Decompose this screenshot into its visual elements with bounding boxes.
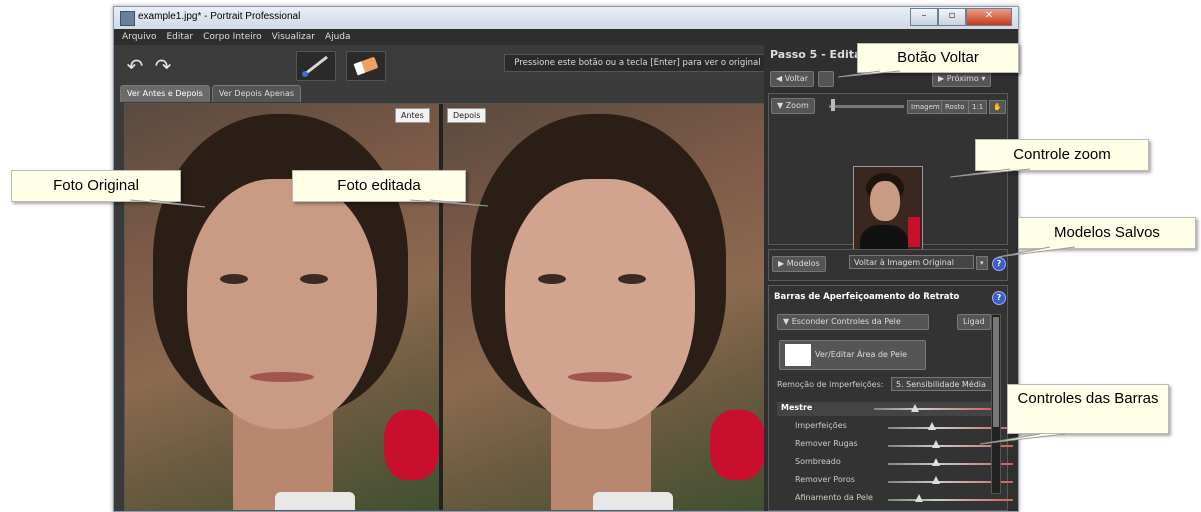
right-arrow-icon: ▶ <box>938 74 945 83</box>
on-toggle[interactable]: Ligad <box>957 314 991 330</box>
menu-arquivo[interactable]: Arquivo <box>122 29 156 45</box>
toolbar: ↶ ↷ Pressione este botão ou a tecla [Ent… <box>114 45 771 87</box>
skin-area-label: Ver/Editar Área de Pele <box>815 350 908 359</box>
imperfections-label: Remoção de imperfeições: <box>777 380 884 389</box>
slider-label: Remover Poros <box>795 475 855 484</box>
back-label: Voltar <box>784 74 808 83</box>
brush-icon <box>302 55 328 77</box>
before-label: Antes <box>395 108 430 123</box>
models-dropdown-icon[interactable]: ▾ <box>976 256 988 270</box>
face-silhouette-icon <box>785 343 811 366</box>
models-label: Modelos <box>786 259 820 268</box>
view-tabs: Ver Antes e Depois Ver Depois Apenas <box>120 85 302 102</box>
menu-visualizar[interactable]: Visualizar <box>272 29 315 45</box>
models-button[interactable]: ▶ Modelos <box>772 256 826 272</box>
zoom-label: Zoom <box>785 101 809 110</box>
slider-row: Remover Poros <box>783 474 1013 488</box>
zoom-panel: ▼ Zoom Imagem Rosto 1:1 ✋ <box>768 93 1008 266</box>
slider-knob[interactable] <box>931 458 940 466</box>
zoom-toggle[interactable]: ▼ Zoom <box>771 98 815 114</box>
slider-row: Imperfeições <box>783 420 1013 434</box>
callout-slider-controls: Controles das Barras <box>1007 384 1169 434</box>
close-button[interactable]: ✕ <box>966 8 1012 26</box>
hide-skin-controls-button[interactable]: ▼ Esconder Controles da Pele <box>777 314 929 330</box>
slider-knob[interactable] <box>931 476 940 484</box>
callout-original-photo: Foto Original <box>11 170 181 202</box>
slider-track[interactable] <box>888 499 1013 501</box>
zoom-slider[interactable] <box>829 105 904 108</box>
maximize-button[interactable]: ▫ <box>938 8 966 26</box>
enhancement-bars-panel: Barras de Aperfeiçoamento do Retrato ? ▼… <box>768 285 1013 511</box>
before-photo: Antes <box>125 104 439 510</box>
step-title: Passo 5 - Edita <box>770 48 862 61</box>
help-icon[interactable]: ? <box>992 257 1006 271</box>
app-icon <box>120 11 135 26</box>
models-select[interactable]: Voltar à Imagem Original <box>849 255 974 269</box>
callout-back-button: Botão Voltar <box>857 43 1019 73</box>
zoom-1to1-button[interactable]: 1:1 <box>968 100 988 114</box>
back-button[interactable]: ◀ Voltar <box>770 71 814 87</box>
scrollbar-thumb[interactable] <box>993 317 999 427</box>
minimize-button[interactable]: – <box>910 8 938 26</box>
slider-row: Sombreado <box>783 456 1013 470</box>
slider-knob[interactable] <box>931 440 940 448</box>
callout-saved-models: Modelos Salvos <box>1018 217 1196 249</box>
undo-icon[interactable]: ↶ <box>124 55 146 77</box>
compare-original-hint[interactable]: Pressione este botão ou a tecla [Enter] … <box>504 54 771 72</box>
redo-icon[interactable]: ↷ <box>152 55 174 77</box>
skin-toggle-label: Esconder Controles da Pele <box>791 317 901 326</box>
imperfections-select[interactable]: 5. Sensibilidade Média <box>891 377 995 391</box>
slider-label: Sombreado <box>795 457 841 466</box>
window-title: example1.jpg* - Portrait Professional <box>138 11 301 22</box>
brush-tool-button[interactable] <box>296 51 336 81</box>
menu-corpo-inteiro[interactable]: Corpo Inteiro <box>203 29 262 45</box>
red-flower <box>710 410 765 480</box>
zoom-image-button[interactable]: Imagem <box>907 100 944 114</box>
menu-ajuda[interactable]: Ajuda <box>325 29 351 45</box>
eraser-icon <box>353 57 378 76</box>
slider-label: Imperfeições <box>795 421 847 430</box>
master-slider[interactable] <box>874 408 992 410</box>
master-slider-knob[interactable] <box>911 404 920 412</box>
tab-after-only[interactable]: Ver Depois Apenas <box>211 85 302 102</box>
slider-label: Afinamento da Pele <box>795 493 873 502</box>
next-label: Próximo <box>946 74 979 83</box>
slider-row: Remover Rugas <box>783 438 1013 452</box>
slider-knob[interactable] <box>915 494 924 502</box>
red-flower <box>384 410 439 480</box>
back-dropdown[interactable] <box>818 71 834 87</box>
after-photo: Depois <box>443 104 765 510</box>
application-window: example1.jpg* - Portrait Professional – … <box>113 6 1019 512</box>
help-icon[interactable]: ? <box>992 291 1006 305</box>
left-arrow-icon: ◀ <box>776 74 783 83</box>
hand-icon[interactable]: ✋ <box>989 100 1006 114</box>
image-viewer[interactable]: Antes Depois <box>124 103 766 511</box>
callout-edited-photo: Foto editada <box>292 170 466 202</box>
after-label: Depois <box>447 108 487 123</box>
zoom-slider-handle[interactable] <box>831 99 835 111</box>
next-button[interactable]: ▶ Próximo ▾ <box>932 71 992 87</box>
models-panel: ▶ Modelos Voltar à Imagem Original ▾ ? <box>768 249 1008 281</box>
slider-row: Afinamento da Pele <box>783 492 1013 506</box>
slider-label: Remover Rugas <box>795 439 858 448</box>
master-label: Mestre <box>781 403 813 412</box>
slider-knob[interactable] <box>927 422 936 430</box>
bars-title: Barras de Aperfeiçoamento do Retrato <box>774 292 960 302</box>
menu-editar[interactable]: Editar <box>166 29 193 45</box>
master-row: Mestre <box>777 402 992 416</box>
eraser-tool-button[interactable] <box>346 51 386 81</box>
zoom-face-button[interactable]: Rosto <box>941 100 969 114</box>
skin-area-button[interactable]: Ver/Editar Área de Pele <box>779 340 926 370</box>
right-panel: Passo 5 - Edita ◀ Voltar ▶ Próximo ▾ ▼ Z… <box>764 45 1018 511</box>
callout-zoom-control: Controle zoom <box>975 139 1149 171</box>
bars-scrollbar[interactable] <box>991 314 1001 494</box>
title-bar[interactable]: example1.jpg* - Portrait Professional – … <box>114 7 1018 29</box>
tab-before-after[interactable]: Ver Antes e Depois <box>120 85 210 102</box>
